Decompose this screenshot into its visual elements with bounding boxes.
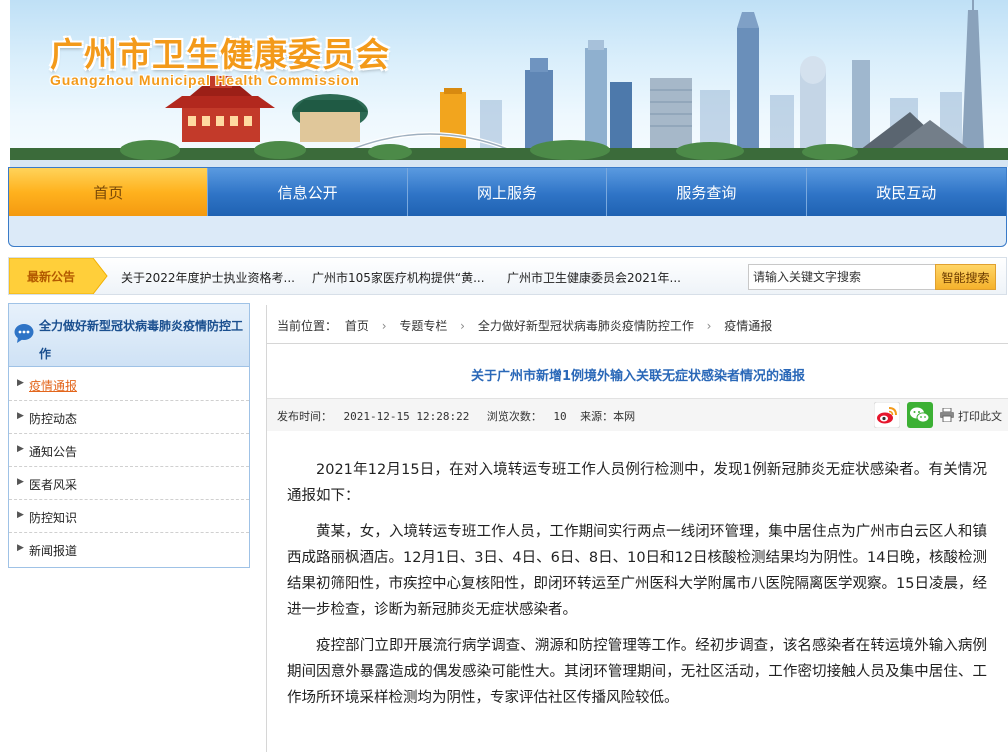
publish-time-label: 发布时间： [277, 410, 332, 423]
article-panel: 当前位置： 首页 › 专题专栏 › 全力做好新型冠状病毒肺炎疫情防控工作 › 疫… [266, 305, 1008, 752]
chevron-right-icon: › [460, 319, 465, 333]
article-title: 关于广州市新增1例境外输入关联无症状感染者情况的通报 [470, 369, 806, 384]
article-meta: 发布时间： 2021-12-15 12:28:22 浏览次数： 10 来源：本网 [267, 399, 1008, 431]
chevron-right-icon: ▶ [17, 543, 24, 553]
wechat-share-icon[interactable] [907, 402, 933, 428]
site-banner: 广州市卫生健康委员会 Guangzhou Municipal Health Co… [10, 0, 1008, 167]
notice-bar: 最新公告 关于2022年度护士执业资格考... 广州市105家医疗机构提供“黄.… [8, 257, 1007, 295]
notice-label-text: 最新公告 [27, 270, 76, 284]
site-title: 广州市卫生健康委员会 [50, 35, 390, 74]
notice-link[interactable]: 广州市卫生健康委员会2021年... [507, 269, 681, 286]
nav-item-info-disclosure[interactable]: 信息公开 [208, 168, 408, 216]
sidebar-item-news-reports[interactable]: ▶ 新闻报道 [9, 533, 249, 566]
printer-icon[interactable] [939, 408, 955, 422]
breadcrumb-link[interactable]: 全力做好新型冠状病毒肺炎疫情防控工作 [478, 319, 694, 333]
chevron-right-icon: ▶ [17, 411, 24, 421]
print-article-link[interactable]: 打印此文 [958, 408, 1002, 424]
notice-link[interactable]: 广州市105家医疗机构提供“黄... [312, 269, 485, 286]
breadcrumb-link[interactable]: 首页 [345, 319, 369, 333]
source-label: 来源： [580, 410, 614, 423]
sidebar-item-epidemic-report[interactable]: ▶ 疫情通报 [9, 368, 249, 401]
nav-item-home[interactable]: 首页 [9, 168, 209, 216]
search-input[interactable] [748, 264, 936, 290]
notice-link[interactable]: 关于2022年度护士执业资格考... [121, 269, 295, 286]
sidebar-item-label: 防控动态 [29, 412, 78, 426]
sidebar-item-prevention-news[interactable]: ▶ 防控动态 [9, 401, 249, 434]
sidebar-item-label: 防控知识 [29, 511, 78, 525]
sidebar-item-label: 新闻报道 [29, 544, 78, 558]
views-count: 10 [553, 410, 567, 423]
sidebar-item-medical-staff[interactable]: ▶ 医者风采 [9, 467, 249, 500]
publish-time: 2021-12-15 12:28:22 [343, 410, 470, 423]
chevron-right-icon: ▶ [17, 477, 24, 487]
sidebar-item-prevention-knowledge[interactable]: ▶ 防控知识 [9, 500, 249, 533]
site-subtitle-en: Guangzhou Municipal Health Commission [50, 72, 360, 88]
article-paragraph: 疫控部门立即开展流行病学调查、溯源和防控管理等工作。经初步调查，该名感染者在转运… [287, 638, 987, 706]
breadcrumb-link[interactable]: 疫情通报 [724, 319, 772, 333]
chevron-right-icon: › [706, 319, 712, 333]
main-nav: 首页 信息公开 网上服务 服务查询 政民互动 [8, 167, 1007, 247]
nav-item-online-services[interactable]: 网上服务 [408, 168, 608, 216]
views-label: 浏览次数： [486, 410, 542, 423]
chevron-right-icon: ▶ [17, 510, 24, 520]
article-meta-text: 发布时间： 2021-12-15 12:28:22 浏览次数： 10 来源：本网 [277, 408, 635, 424]
weibo-share-icon[interactable] [874, 402, 900, 428]
chevron-right-icon: ▶ [17, 444, 24, 454]
sidebar-item-label: 疫情通报 [29, 379, 78, 393]
sidebar-item-label: 医者风采 [29, 478, 78, 492]
notice-label: 最新公告 [9, 258, 109, 294]
sidebar-item-notices[interactable]: ▶ 通知公告 [9, 434, 249, 467]
chevron-right-icon: ▶ [17, 378, 24, 388]
source-value: 本网 [613, 410, 636, 423]
article-paragraph: 2021年12月15日，在对入境转运专班工作人员例行检测中，发现1例新冠肺炎无症… [287, 462, 987, 504]
breadcrumb-label: 当前位置： [277, 319, 338, 333]
article-body: 2021年12月15日，在对入境转运专班工作人员例行检测中，发现1例新冠肺炎无症… [287, 457, 987, 721]
breadcrumb: 当前位置： 首页 › 专题专栏 › 全力做好新型冠状病毒肺炎疫情防控工作 › 疫… [277, 317, 772, 334]
nav-bar: 首页 信息公开 网上服务 服务查询 政民互动 [9, 168, 1006, 216]
nav-item-service-query[interactable]: 服务查询 [607, 168, 807, 216]
chat-bubble-icon [14, 324, 34, 343]
chevron-right-icon: › [381, 319, 387, 333]
sidebar-title: 全力做好新型冠状病毒肺炎疫情防控工作 [39, 319, 244, 361]
breadcrumb-link[interactable]: 专题专栏 [399, 319, 447, 333]
nav-item-public-interaction[interactable]: 政民互动 [807, 168, 1006, 216]
sidebar-header: 全力做好新型冠状病毒肺炎疫情防控工作 [9, 304, 249, 367]
sidebar: 全力做好新型冠状病毒肺炎疫情防控工作 ▶ 疫情通报 ▶ 防控动态 ▶ 通知公告 … [8, 303, 250, 568]
sidebar-item-label: 通知公告 [29, 445, 78, 459]
divider [267, 343, 1008, 344]
article-paragraph: 黄某，女，入境转运专班工作人员，工作期间实行两点一线闭环管理，集中居住点为广州市… [287, 524, 987, 618]
search-button[interactable]: 智能搜索 [935, 264, 996, 290]
